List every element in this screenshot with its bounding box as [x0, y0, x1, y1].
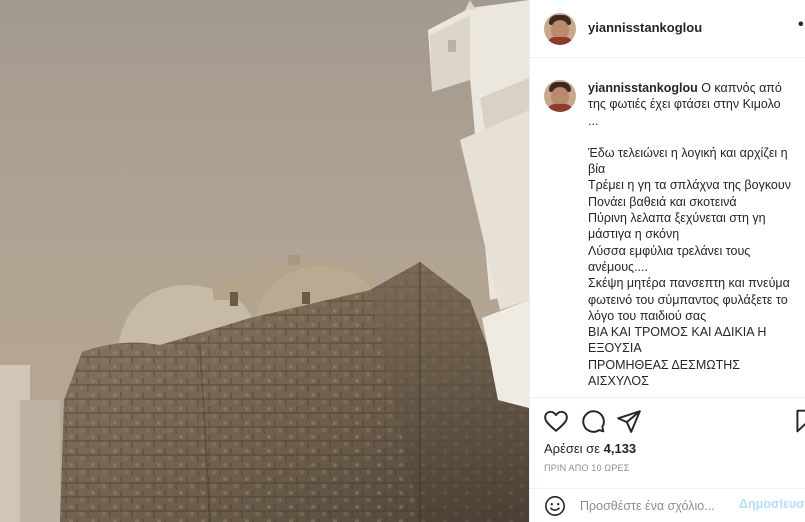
post-header: yiannisstankoglou •••	[530, 0, 805, 58]
caption-area: yiannisstankoglou Ο καπνός από της φωτιέ…	[530, 58, 805, 398]
caption-line: ΠΡΟΜΗΘΕΑΣ ΔΕΣΜΩΤΗΣ	[588, 357, 740, 372]
action-bar	[530, 404, 805, 440]
header-username[interactable]: yiannisstankoglou	[588, 20, 702, 35]
instagram-post: yiannisstankoglou ••• yiannisstankoglou …	[0, 0, 805, 522]
likes-number[interactable]: 4,133	[604, 441, 637, 456]
caption-line: Σκέψη μητέρα πανσεπτη και πνεύμα φωτεινό…	[588, 276, 790, 323]
bookmark-icon[interactable]	[792, 408, 805, 434]
send-icon[interactable]	[616, 408, 642, 434]
caption-line: Πύρινη λελαπα ξεχύνεται στη γη μάστιγα η…	[588, 211, 766, 242]
post-photo[interactable]	[0, 0, 529, 522]
post-side-panel: yiannisstankoglou ••• yiannisstankoglou …	[529, 0, 805, 522]
caption-ellipsis: ...	[588, 113, 599, 128]
comment-icon[interactable]	[580, 408, 606, 434]
post-caption: yiannisstankoglou Ο καπνός από της φωτιέ…	[588, 80, 800, 389]
caption-line: Πονάει βαθειά και σκοτεινά	[588, 194, 737, 209]
caption-line: ΒΙΑ ΚΑΙ ΤΡΟΜΟΣ ΚΑΙ ΑΔΙΚΙΑ Η ΕΞΟΥΣΙΑ	[588, 325, 767, 356]
post-comment-button[interactable]: Δημοσίευση	[739, 497, 805, 511]
post-timestamp[interactable]: ΠΡΙΝ ΑΠΟ 10 ΩΡΕΣ	[544, 463, 630, 473]
caption-username[interactable]: yiannisstankoglou	[588, 81, 698, 95]
comment-input[interactable]	[580, 497, 730, 515]
avatar-shirt	[547, 104, 573, 112]
caption-gap	[588, 129, 800, 145]
caption-line: Έδω τελειώνει η λογική και αρχίζει η βία	[588, 145, 788, 177]
caption-line: ΑΙΣΧΥΛΟΣ	[588, 374, 649, 389]
caption-line: Τρέμει η γη τα σπλάχνα της βογκουν	[588, 178, 791, 193]
caption-avatar[interactable]	[544, 80, 576, 112]
comment-bar: Δημοσίευση	[530, 488, 805, 522]
emoji-icon[interactable]	[544, 495, 566, 517]
avatar-shirt	[547, 37, 573, 45]
heart-icon[interactable]	[543, 408, 569, 434]
avatar[interactable]	[544, 13, 576, 45]
likes-label: Αρέσει σε	[544, 441, 600, 456]
church-photo-illustration	[0, 0, 529, 522]
more-icon[interactable]: •••	[798, 16, 805, 34]
likes-count[interactable]: Αρέσει σε 4,133	[544, 441, 636, 456]
caption-line: Λύσσα εμφύλια τρελάνει τους ανέμους....	[588, 243, 751, 274]
